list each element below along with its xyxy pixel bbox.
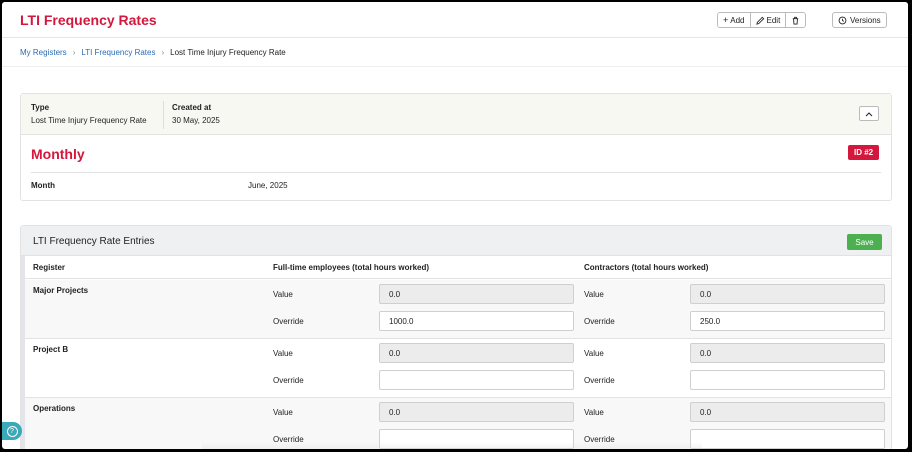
record-summary-card: Type Lost Time Injury Frequency Rate Cre… — [20, 93, 892, 201]
register-name: Project B — [33, 345, 69, 354]
breadcrumb: My Registers › LTI Frequency Rates › Los… — [20, 46, 286, 58]
ct-override-input[interactable] — [690, 429, 885, 449]
value-label: Value — [584, 290, 604, 299]
breadcrumb-lti-frequency-rates[interactable]: LTI Frequency Rates — [81, 48, 155, 57]
breadcrumb-my-registers[interactable]: My Registers — [20, 48, 67, 57]
divider — [31, 172, 881, 173]
breadcrumb-separator: › — [161, 47, 165, 57]
pencil-icon — [755, 16, 765, 25]
column-header-register: Register — [33, 263, 66, 272]
table-row: Major Projects Value 0.0 Override 1000.0… — [25, 280, 891, 339]
plus-icon: + — [723, 14, 729, 25]
ft-override-input[interactable]: 1000.0 — [379, 311, 574, 331]
versions-button[interactable]: Versions — [832, 12, 887, 28]
breadcrumb-current: Lost Time Injury Frequency Rate — [170, 47, 286, 57]
ft-value-field: 0.0 — [379, 402, 574, 422]
entries-header: LTI Frequency Rate Entries Save — [21, 226, 891, 256]
trash-icon — [791, 16, 800, 25]
value-label: Value — [584, 349, 604, 358]
created-meta: Created at 30 May, 2025 — [172, 103, 220, 125]
created-label: Created at — [172, 103, 212, 112]
value-label: Value — [273, 290, 293, 299]
ct-value-field: 0.0 — [690, 284, 885, 304]
versions-button-label: Versions — [850, 15, 881, 25]
ft-value-field: 0.0 — [379, 343, 574, 363]
scroll-shadow — [202, 442, 702, 449]
ct-override-input[interactable]: 250.0 — [690, 311, 885, 331]
type-meta: Type Lost Time Injury Frequency Rate — [31, 103, 147, 125]
help-icon: ? — [6, 425, 18, 437]
edit-button-label: Edit — [766, 15, 781, 25]
entries-title: LTI Frequency Rate Entries — [33, 236, 155, 247]
table-row: Project B Value 0.0 Override Value 0.0 O… — [25, 339, 891, 398]
edit-button[interactable]: Edit — [750, 13, 787, 27]
meta-divider — [163, 101, 164, 129]
column-header-full-time: Full-time employees (total hours worked) — [273, 263, 430, 272]
override-label: Override — [584, 376, 615, 385]
chevron-up-icon — [865, 111, 873, 117]
column-header-contractors: Contractors (total hours worked) — [584, 263, 709, 272]
value-label: Value — [273, 408, 293, 417]
id-badge: ID #2 — [848, 145, 880, 160]
register-name: Major Projects — [33, 286, 89, 295]
table-header: Register Full-time employees (total hour… — [25, 256, 891, 279]
ct-value-field: 0.0 — [690, 343, 885, 363]
record-title: Monthly — [31, 146, 85, 162]
type-value: Lost Time Injury Frequency Rate — [31, 116, 147, 125]
app-window: LTI Frequency Rates + Add Edit Versions … — [2, 2, 908, 449]
delete-button[interactable] — [786, 13, 806, 27]
ct-override-input[interactable] — [690, 370, 885, 390]
override-label: Override — [273, 376, 304, 385]
created-value: 30 May, 2025 — [172, 116, 220, 125]
divider — [2, 66, 908, 67]
entries-card: LTI Frequency Rate Entries Save Register… — [20, 225, 892, 449]
ft-value-field: 0.0 — [379, 284, 574, 304]
breadcrumb-separator: › — [72, 47, 76, 57]
add-button[interactable]: + Add — [718, 13, 751, 27]
top-bar: LTI Frequency Rates + Add Edit Versions — [2, 2, 908, 38]
collapse-button[interactable] — [859, 106, 879, 121]
register-name: Operations — [33, 404, 76, 413]
summary-header: Type Lost Time Injury Frequency Rate Cre… — [21, 94, 891, 135]
value-label: Value — [584, 408, 604, 417]
history-icon — [838, 16, 847, 25]
help-button[interactable]: ? — [2, 422, 22, 440]
type-label: Type — [31, 103, 50, 112]
ct-value-field: 0.0 — [690, 402, 885, 422]
add-button-label: Add — [730, 15, 745, 25]
record-actions: + Add Edit — [717, 12, 807, 28]
month-value: June, 2025 — [248, 181, 288, 190]
value-label: Value — [273, 349, 293, 358]
override-label: Override — [273, 317, 304, 326]
ft-override-input[interactable] — [379, 370, 574, 390]
save-button[interactable]: Save — [847, 234, 882, 250]
month-label: Month — [31, 181, 55, 190]
override-label: Override — [584, 317, 615, 326]
page-title: LTI Frequency Rates — [20, 12, 157, 28]
